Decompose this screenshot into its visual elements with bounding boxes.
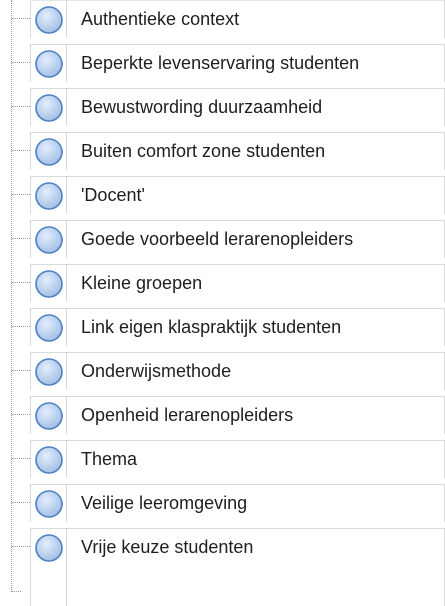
node-icon-cell xyxy=(30,528,67,606)
tree-item-label: Thema xyxy=(81,449,138,469)
node-icon-cell xyxy=(30,132,67,170)
circle-node-icon xyxy=(35,314,63,342)
tree-item-label-cell: 'Docent' xyxy=(67,176,445,214)
tree-item-label-cell: Veilige leeromgeving xyxy=(67,484,445,522)
circle-node-icon xyxy=(35,270,63,298)
tree-branch xyxy=(12,502,30,503)
node-icon-cell xyxy=(30,88,67,126)
tree-item-label: Beperkte levenservaring studenten xyxy=(81,53,360,73)
node-icon-cell xyxy=(30,352,67,390)
circle-node-icon xyxy=(35,226,63,254)
tree-branch xyxy=(12,106,30,107)
node-icon-cell xyxy=(30,0,67,38)
tree-item-label-cell: Kleine groepen xyxy=(67,264,445,302)
tree-item-goede-voorbeeld-lerarenopleiders[interactable]: Goede voorbeeld lerarenopleiders xyxy=(0,220,445,258)
tree-branch xyxy=(12,414,30,415)
tree-item-bewustwording-duurzaamheid[interactable]: Bewustwording duurzaamheid xyxy=(0,88,445,126)
tree-branch xyxy=(12,194,30,195)
tree-item-label-cell: Vrije keuze studenten xyxy=(67,528,445,606)
tree-item-label: Vrije keuze studenten xyxy=(81,537,254,557)
tree-item-label-cell: Thema xyxy=(67,440,445,478)
tree-item-label: Bewustwording duurzaamheid xyxy=(81,97,323,117)
tree-item-label: Buiten comfort zone studenten xyxy=(81,141,326,161)
tree-item-label: Link eigen klaspraktijk studenten xyxy=(81,317,342,337)
tree-item-label-cell: Authentieke context xyxy=(67,0,445,38)
tree-item-label: Goede voorbeeld lerarenopleiders xyxy=(81,229,354,249)
tree-branch xyxy=(12,326,30,327)
tree-item-label-cell: Openheid lerarenopleiders xyxy=(67,396,445,434)
circle-node-icon xyxy=(35,138,63,166)
circle-node-icon xyxy=(35,6,63,34)
circle-node-icon xyxy=(35,534,63,562)
circle-node-icon xyxy=(35,446,63,474)
circle-node-icon xyxy=(35,50,63,78)
tree-item-label: Veilige leeromgeving xyxy=(81,493,248,513)
tree-item-label-cell: Onderwijsmethode xyxy=(67,352,445,390)
tree-item-label: 'Docent' xyxy=(81,185,145,205)
circle-node-icon xyxy=(35,94,63,122)
tree-branch xyxy=(12,370,30,371)
tree-item-label-cell: Bewustwording duurzaamheid xyxy=(67,88,445,126)
node-icon-cell xyxy=(30,44,67,82)
tree-item-authentieke-context[interactable]: Authentieke context xyxy=(0,0,445,38)
tree-item-openheid-lerarenopleiders[interactable]: Openheid lerarenopleiders xyxy=(0,396,445,434)
tree-item-label: Authentieke context xyxy=(81,9,240,29)
tree-branch xyxy=(12,546,30,547)
tree-item-vrije-keuze-studenten[interactable]: Vrije keuze studenten xyxy=(0,528,445,606)
tree-item-docent[interactable]: 'Docent' xyxy=(0,176,445,214)
tree-item-veilige-leeromgeving[interactable]: Veilige leeromgeving xyxy=(0,484,445,522)
tree-branch xyxy=(12,150,30,151)
tree-item-label: Onderwijsmethode xyxy=(81,361,232,381)
node-icon-cell xyxy=(30,440,67,478)
node-icon-cell xyxy=(30,264,67,302)
tree-branch xyxy=(12,62,30,63)
circle-node-icon xyxy=(35,358,63,386)
tree-item-onderwijsmethode[interactable]: Onderwijsmethode xyxy=(0,352,445,390)
tree-item-label-cell: Beperkte levenservaring studenten xyxy=(67,44,445,82)
tree-branch xyxy=(12,238,30,239)
node-icon-cell xyxy=(30,484,67,522)
tree-item-link-eigen-klaspraktijk-studenten[interactable]: Link eigen klaspraktijk studenten xyxy=(0,308,445,346)
code-tree: Authentieke context Beperkte levenservar… xyxy=(0,0,445,606)
tree-item-beperkte-levenservaring-studenten[interactable]: Beperkte levenservaring studenten xyxy=(0,44,445,82)
tree-branch xyxy=(12,458,30,459)
circle-node-icon xyxy=(35,182,63,210)
node-icon-cell xyxy=(30,396,67,434)
node-icon-cell xyxy=(30,308,67,346)
tree-item-kleine-groepen[interactable]: Kleine groepen xyxy=(0,264,445,302)
tree-branch xyxy=(12,18,30,19)
tree-item-thema[interactable]: Thema xyxy=(0,440,445,478)
tree-branch xyxy=(12,282,30,283)
tree-item-label-cell: Buiten comfort zone studenten xyxy=(67,132,445,170)
node-icon-cell xyxy=(30,220,67,258)
tree-item-buiten-comfort-zone-studenten[interactable]: Buiten comfort zone studenten xyxy=(0,132,445,170)
tree-item-label-cell: Goede voorbeeld lerarenopleiders xyxy=(67,220,445,258)
tree-item-label: Openheid lerarenopleiders xyxy=(81,405,294,425)
tree-item-label: Kleine groepen xyxy=(81,273,203,293)
node-icon-cell xyxy=(30,176,67,214)
tree-item-label-cell: Link eigen klaspraktijk studenten xyxy=(67,308,445,346)
circle-node-icon xyxy=(35,402,63,430)
circle-node-icon xyxy=(35,490,63,518)
